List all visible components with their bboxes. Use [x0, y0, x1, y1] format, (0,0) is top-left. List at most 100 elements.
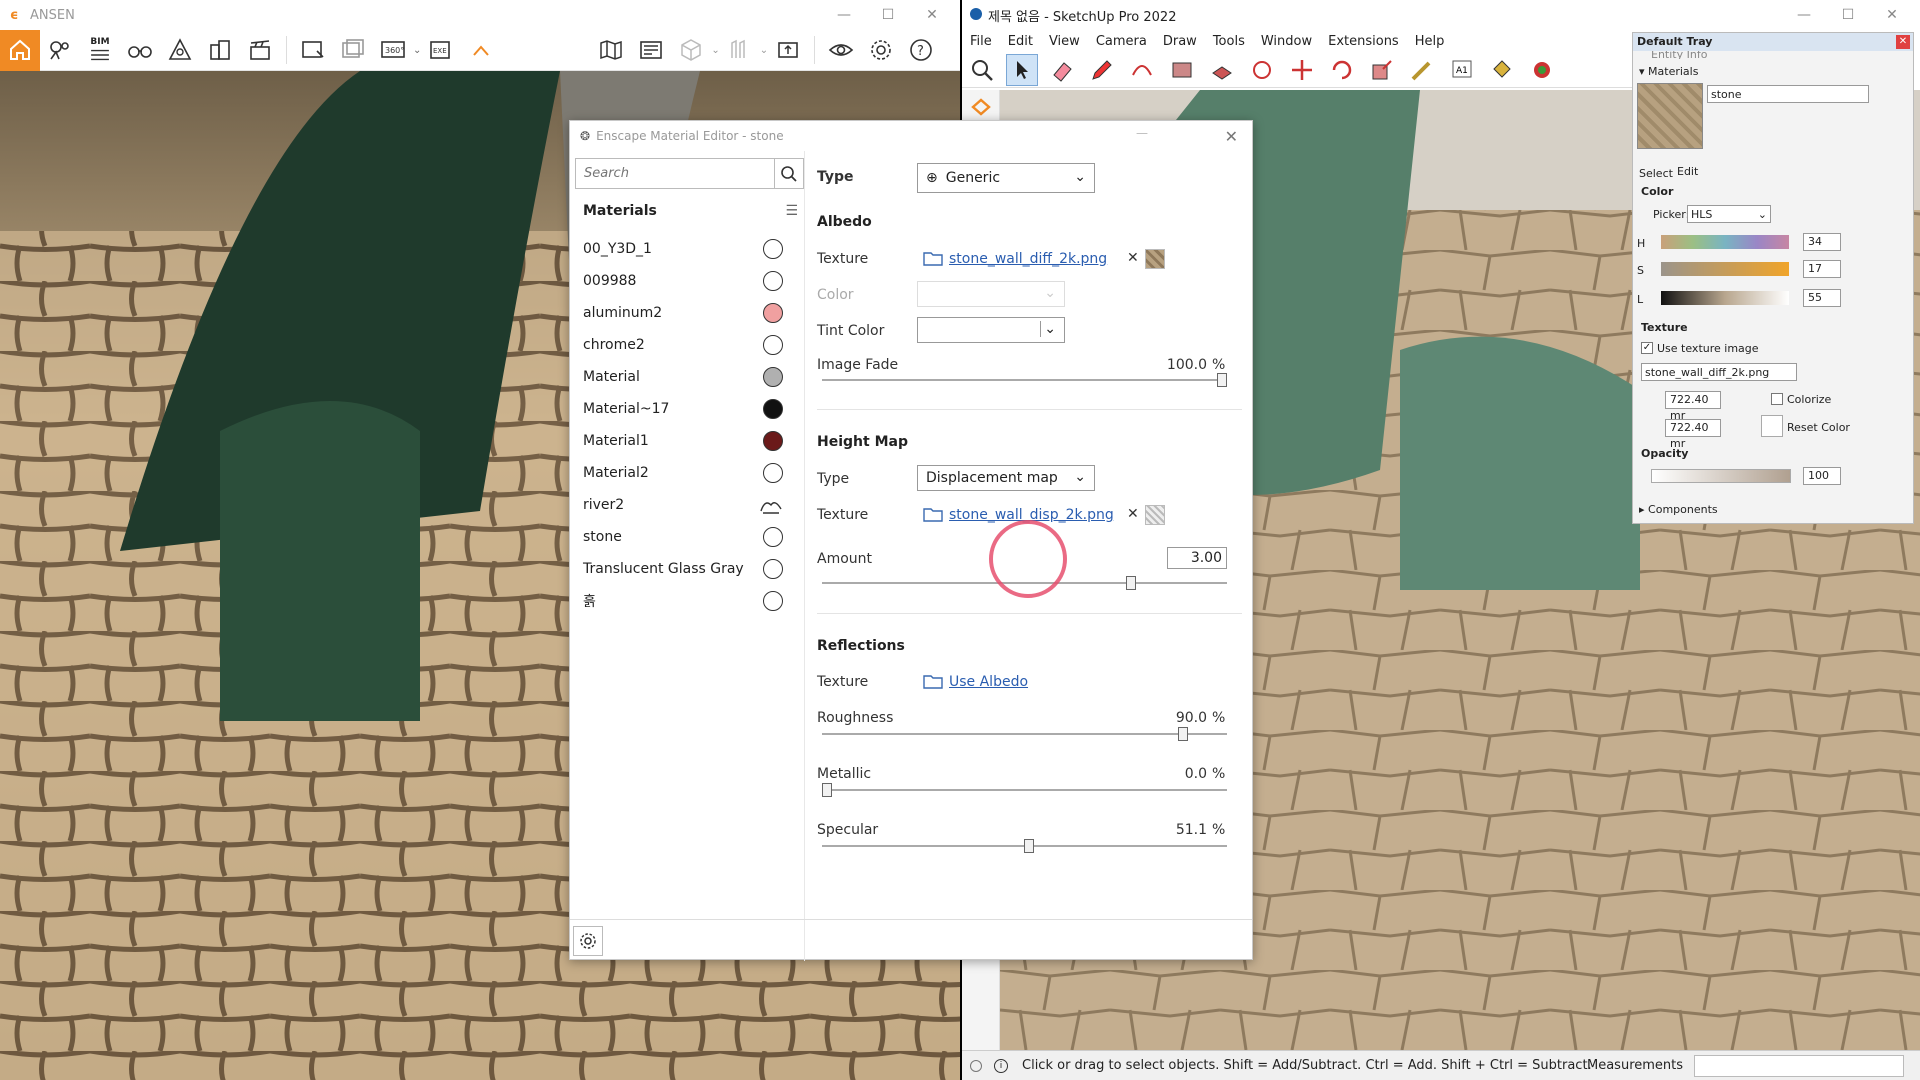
- metallic-slider[interactable]: [822, 789, 1227, 791]
- image-fade-slider-knob[interactable]: [1217, 373, 1227, 387]
- arc-icon[interactable]: [1126, 54, 1158, 86]
- opacity-slider[interactable]: [1651, 469, 1791, 483]
- saturation-slider[interactable]: [1661, 262, 1789, 276]
- components-panel-header[interactable]: ▸ Components: [1639, 503, 1718, 516]
- material-list-item[interactable]: Material1: [570, 425, 805, 457]
- reset-color-label[interactable]: Reset Color: [1787, 421, 1850, 434]
- metallic-slider-knob[interactable]: [822, 783, 832, 797]
- minimize-icon[interactable]: —: [822, 0, 866, 30]
- texture-file-input[interactable]: stone_wall_diff_2k.png: [1641, 363, 1797, 381]
- su-minimize-icon[interactable]: —: [1782, 0, 1826, 30]
- menu-window[interactable]: Window: [1253, 34, 1320, 49]
- roughness-slider-knob[interactable]: [1177, 727, 1188, 741]
- visual-settings-icon[interactable]: [825, 34, 857, 66]
- panorama-360-icon[interactable]: 360°: [377, 34, 409, 66]
- enscape-start-icon[interactable]: [970, 96, 992, 118]
- height-clear-icon[interactable]: ✕: [1127, 506, 1139, 522]
- material-list-item[interactable]: chrome2: [570, 329, 805, 361]
- pencil-icon[interactable]: [1086, 54, 1118, 86]
- collapse-icon[interactable]: [465, 34, 497, 66]
- paint-bucket-icon[interactable]: [1486, 54, 1518, 86]
- clapper-icon[interactable]: [244, 34, 276, 66]
- export-exe-icon[interactable]: EXE: [425, 34, 457, 66]
- rotate-icon[interactable]: [1326, 54, 1358, 86]
- menu-extensions[interactable]: Extensions: [1320, 34, 1407, 49]
- su-maximize-icon[interactable]: ☐: [1826, 0, 1870, 30]
- s-input[interactable]: 17: [1803, 260, 1841, 278]
- geo-location-icon[interactable]: [970, 1059, 982, 1072]
- material-list-item[interactable]: 009988: [570, 265, 805, 297]
- specular-slider-knob[interactable]: [1023, 839, 1034, 853]
- zoom-icon[interactable]: [966, 54, 998, 86]
- material-list-item[interactable]: 00_Y3D_1: [570, 233, 805, 265]
- binoculars-icon[interactable]: [124, 34, 156, 66]
- material-list-item[interactable]: Translucent Glass Gray: [570, 553, 805, 585]
- tab-select[interactable]: Select: [1639, 167, 1673, 180]
- image-fade-slider[interactable]: [822, 379, 1227, 381]
- tape-measure-icon[interactable]: [1406, 54, 1438, 86]
- move-icon[interactable]: [1286, 54, 1318, 86]
- help-icon[interactable]: ?: [905, 34, 937, 66]
- info-icon[interactable]: i: [994, 1058, 1008, 1073]
- building-icon[interactable]: [204, 34, 236, 66]
- reflections-folder-icon[interactable]: [923, 673, 943, 689]
- use-albedo-link[interactable]: Use Albedo: [949, 674, 1028, 690]
- gear-icon[interactable]: [865, 34, 897, 66]
- texture-width-input[interactable]: 722.40 mr: [1665, 391, 1721, 422]
- tray-close-icon[interactable]: ✕: [1896, 35, 1910, 49]
- menu-tools[interactable]: Tools: [1205, 34, 1253, 49]
- screenshot-icon[interactable]: [297, 34, 329, 66]
- push-pull-icon[interactable]: [1206, 54, 1238, 86]
- me-close-icon[interactable]: ✕: [1225, 127, 1238, 146]
- menu-draw[interactable]: Draw: [1155, 34, 1205, 49]
- opacity-input[interactable]: 100: [1803, 467, 1841, 485]
- select-arrow-icon[interactable]: [1006, 53, 1038, 86]
- albedo-clear-icon[interactable]: ✕: [1127, 250, 1139, 266]
- material-search-input[interactable]: [575, 158, 775, 189]
- height-folder-icon[interactable]: [923, 506, 943, 522]
- view-settings-icon[interactable]: [724, 34, 756, 66]
- height-map-type-select[interactable]: Displacement map ⌄: [917, 465, 1095, 491]
- hue-slider[interactable]: [1661, 235, 1789, 249]
- materials-panel-header[interactable]: ▾ Materials: [1639, 65, 1698, 78]
- tint-color-select[interactable]: ⌄: [917, 317, 1065, 343]
- scale-icon[interactable]: [1366, 54, 1398, 86]
- material-list-item[interactable]: stone: [570, 521, 805, 553]
- editor-settings-gear-icon[interactable]: [573, 926, 603, 956]
- menu-file[interactable]: File: [962, 34, 1000, 49]
- lightness-slider[interactable]: [1661, 291, 1789, 305]
- material-list-item[interactable]: 흙: [570, 585, 805, 617]
- render-icon[interactable]: [164, 34, 196, 66]
- menu-edit[interactable]: Edit: [1000, 34, 1041, 49]
- reset-color-swatch[interactable]: [1761, 415, 1783, 437]
- me-minimize-icon[interactable]: —: [1136, 126, 1148, 140]
- material-list-item[interactable]: Material2: [570, 457, 805, 489]
- albedo-color-select[interactable]: ⌄: [917, 281, 1065, 307]
- maximize-icon[interactable]: ☐: [866, 0, 910, 30]
- menu-view[interactable]: View: [1041, 34, 1088, 49]
- batch-render-icon[interactable]: [337, 34, 369, 66]
- colorize-checkbox[interactable]: [1771, 393, 1783, 405]
- search-icon[interactable]: [774, 158, 804, 189]
- material-name-input[interactable]: stone: [1707, 85, 1869, 103]
- material-type-select[interactable]: ⊕ Generic ⌄: [917, 163, 1095, 193]
- cube-icon[interactable]: [675, 34, 707, 66]
- use-texture-checkbox[interactable]: ✓: [1641, 342, 1653, 354]
- texture-height-input[interactable]: 722.40 mr: [1665, 419, 1721, 450]
- material-list-item[interactable]: Material: [570, 361, 805, 393]
- h-input[interactable]: 34: [1803, 233, 1841, 251]
- bim-icon[interactable]: BIM: [84, 34, 116, 66]
- close-icon[interactable]: ✕: [910, 0, 954, 30]
- eraser-icon[interactable]: [1046, 54, 1078, 86]
- offset-icon[interactable]: [1246, 54, 1278, 86]
- albedo-texture-link[interactable]: stone_wall_diff_2k.png: [949, 251, 1107, 267]
- amount-slider-knob[interactable]: [1126, 576, 1137, 590]
- video-editor-icon[interactable]: [635, 34, 667, 66]
- menu-camera[interactable]: Camera: [1088, 34, 1155, 49]
- map-icon[interactable]: [595, 34, 627, 66]
- orbit-icon[interactable]: [1526, 54, 1558, 86]
- menu-help[interactable]: Help: [1407, 34, 1453, 49]
- material-list-item[interactable]: river2: [570, 489, 805, 521]
- l-input[interactable]: 55: [1803, 289, 1841, 307]
- measurements-input[interactable]: [1694, 1054, 1904, 1077]
